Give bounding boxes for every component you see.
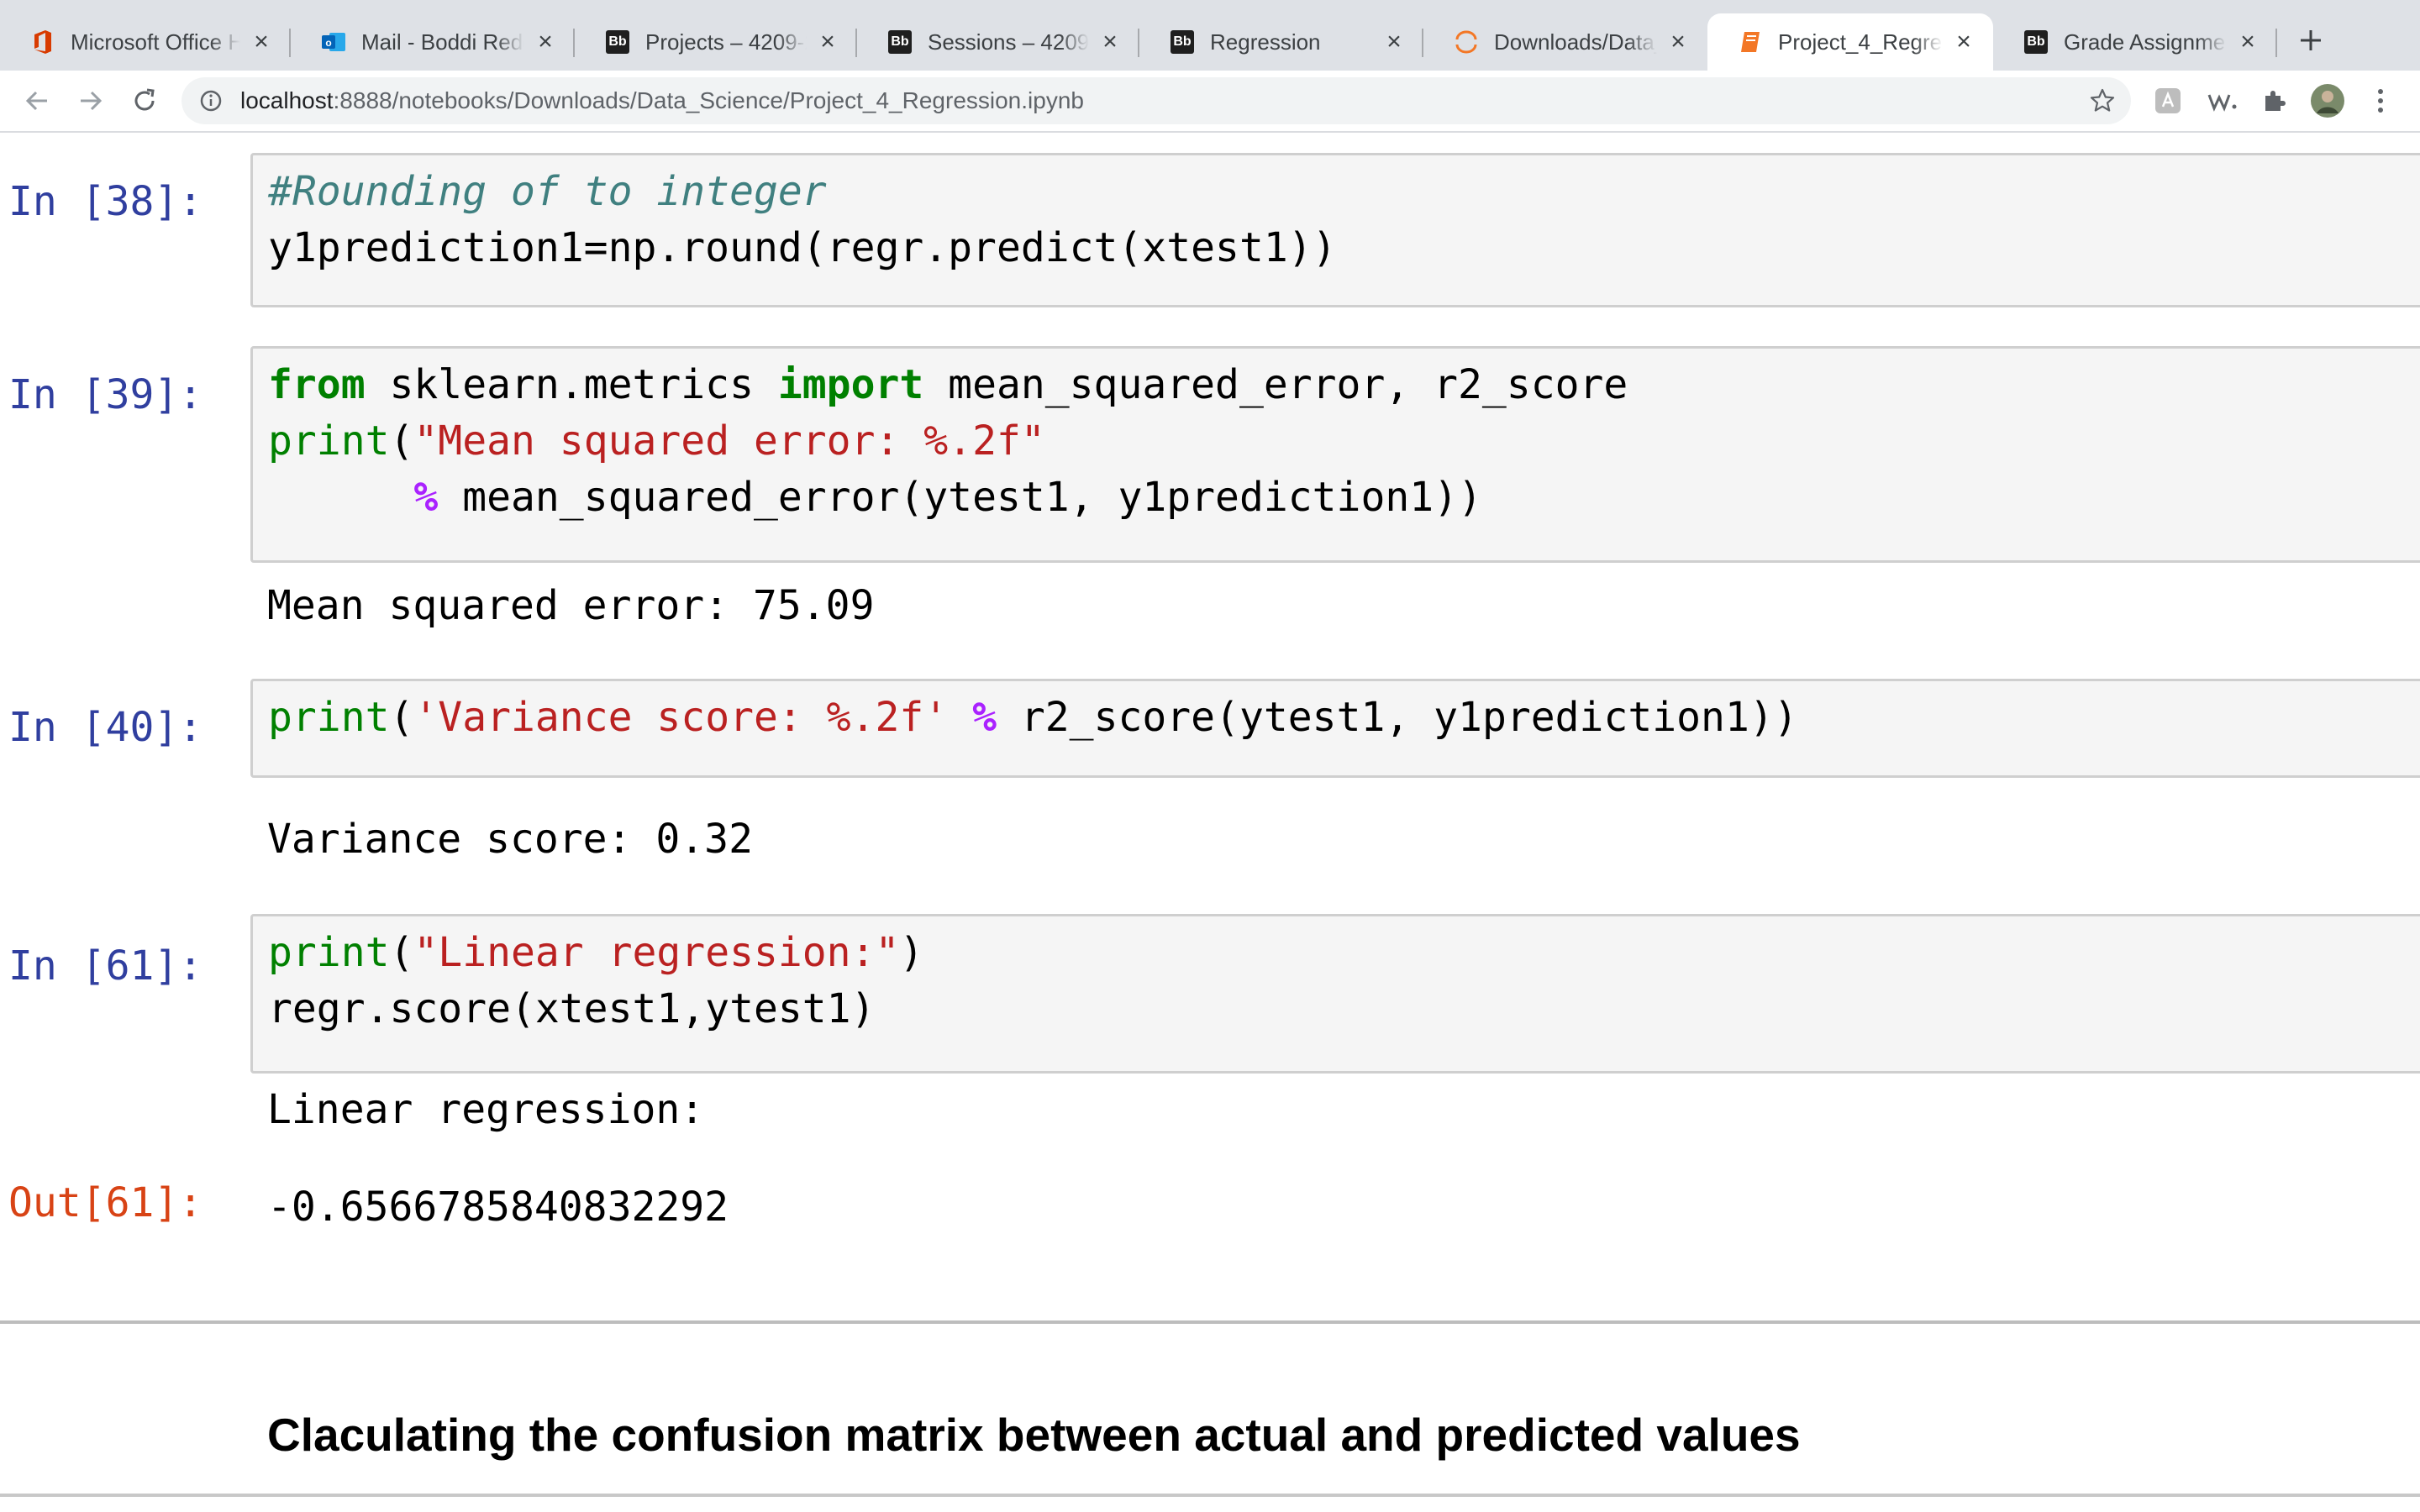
address-bar[interactable]: localhost:8888/notebooks/Downloads/Data_… — [182, 77, 2131, 124]
code-text[interactable]: #Rounding of to integer y1prediction1=np… — [253, 155, 2420, 276]
jupyter-icon — [1454, 29, 1479, 55]
arrow-right-icon — [81, 91, 103, 111]
outlook-icon: o — [321, 29, 346, 55]
new-tab-button[interactable] — [2292, 22, 2329, 59]
info-icon[interactable] — [198, 88, 224, 113]
notebook-icon — [1738, 29, 1763, 55]
plus-icon — [2301, 30, 2321, 50]
code-line: #Rounding of to integer — [268, 168, 827, 215]
blackboard-icon: Bb — [1170, 29, 1195, 55]
notebook-area: In [38]: #Rounding of to integer y1predi… — [0, 133, 2420, 1512]
url-text: localhost:8888/notebooks/Downloads/Data_… — [240, 87, 1084, 114]
tab-strip: Microsoft Office Home × o Mail - Boddi R… — [0, 0, 2420, 71]
tab-title: Regression — [1210, 29, 1321, 55]
reload-icon — [134, 88, 155, 111]
cell-output: Mean squared error: 75.09 — [267, 582, 875, 629]
cell-divider — [0, 1320, 2420, 1324]
close-icon[interactable]: × — [533, 28, 558, 55]
output-prompt: Out[61]: — [8, 1179, 203, 1226]
tab-title: Sessions – 4209-2 — [928, 29, 1089, 55]
extensions-puzzle-icon[interactable] — [2257, 84, 2291, 118]
tab-title: Mail - Boddi Reddy — [361, 29, 524, 55]
office-icon — [30, 29, 55, 55]
tab-sessions[interactable]: Bb Sessions – 4209-2 × — [857, 13, 1139, 71]
avatar[interactable] — [2309, 84, 2346, 118]
back-button[interactable] — [17, 81, 57, 121]
svg-text:o: o — [325, 37, 331, 49]
menu-dots-icon[interactable] — [2368, 84, 2393, 118]
code-line: y1prediction1=np.round(regr.predict(xtes… — [268, 224, 1337, 271]
tab-title: Projects – 4209-2 — [645, 29, 807, 55]
code-text[interactable]: print('Variance score: %.2f' % r2_score(… — [253, 681, 2420, 746]
input-prompt: In [39]: — [8, 371, 203, 418]
input-prompt: In [40]: — [8, 704, 203, 751]
blackboard-icon: Bb — [887, 29, 913, 55]
url-path: :8888/notebooks/Downloads/Data_Science/P… — [333, 87, 1084, 113]
url-host: localhost — [240, 87, 334, 113]
close-icon[interactable]: × — [1381, 28, 1407, 55]
bookmark-star-icon[interactable] — [2089, 87, 2116, 114]
code-text[interactable]: print("Linear regression:") regr.score(x… — [253, 916, 2420, 1037]
tab-mail[interactable]: o Mail - Boddi Reddy × — [291, 13, 575, 71]
code-input[interactable]: print("Linear regression:") regr.score(x… — [250, 914, 2420, 1074]
tab-separator — [2275, 29, 2277, 57]
cell-divider — [0, 1494, 2420, 1497]
cell-output: Linear regression: — [267, 1086, 705, 1133]
tab-title: Project_4_Regression — [1778, 29, 1943, 55]
cell-result: -0.6566785840832292 — [267, 1184, 729, 1231]
blackboard-icon: Bb — [2023, 29, 2049, 55]
code-cell[interactable]: In [39]: from sklearn.metrics import mea… — [0, 346, 2420, 638]
code-cell[interactable]: In [61]: print("Linear regression:") reg… — [0, 914, 2420, 1312]
tab-grade-assignment[interactable]: Bb Grade Assignment × — [1993, 13, 2277, 71]
input-prompt: In [38]: — [8, 178, 203, 225]
cell-output: Variance score: 0.32 — [267, 816, 753, 863]
close-icon[interactable]: × — [1951, 28, 1976, 55]
browser-toolbar: localhost:8888/notebooks/Downloads/Data_… — [0, 71, 2420, 133]
tab-downloads[interactable]: Downloads/Data_Science × — [1423, 13, 1707, 71]
reload-button[interactable] — [124, 81, 165, 121]
tab-title: Grade Assignment — [2064, 29, 2227, 55]
close-icon[interactable]: × — [1097, 28, 1123, 55]
blackboard-icon: Bb — [605, 29, 630, 55]
tab-microsoft-office[interactable]: Microsoft Office Home × — [0, 13, 291, 71]
close-icon[interactable]: × — [815, 28, 840, 55]
code-text[interactable]: from sklearn.metrics import mean_squared… — [253, 349, 2420, 526]
code-input[interactable]: from sklearn.metrics import mean_squared… — [250, 346, 2420, 563]
markdown-heading: Claculating the confusion matrix between… — [267, 1409, 1801, 1461]
forward-button[interactable] — [71, 81, 111, 121]
extension-translate-icon[interactable] — [2151, 84, 2185, 118]
tab-regression[interactable]: Bb Regression × — [1139, 13, 1423, 71]
input-prompt: In [61]: — [8, 942, 203, 990]
extension-w-icon[interactable] — [2203, 84, 2242, 118]
close-icon[interactable]: × — [2235, 28, 2260, 55]
tab-title: Downloads/Data_Science — [1494, 29, 1657, 55]
arrow-left-icon — [25, 91, 47, 111]
tab-project-4-regression[interactable]: Project_4_Regression × — [1707, 13, 1993, 71]
code-cell[interactable]: In [38]: #Rounding of to integer y1predi… — [0, 153, 2420, 307]
code-input[interactable]: print('Variance score: %.2f' % r2_score(… — [250, 679, 2420, 778]
close-icon[interactable]: × — [249, 28, 274, 55]
tab-projects[interactable]: Bb Projects – 4209-2 × — [575, 13, 857, 71]
tab-title: Microsoft Office Home — [71, 29, 240, 55]
code-input[interactable]: #Rounding of to integer y1prediction1=np… — [250, 153, 2420, 307]
close-icon[interactable]: × — [1665, 28, 1691, 55]
